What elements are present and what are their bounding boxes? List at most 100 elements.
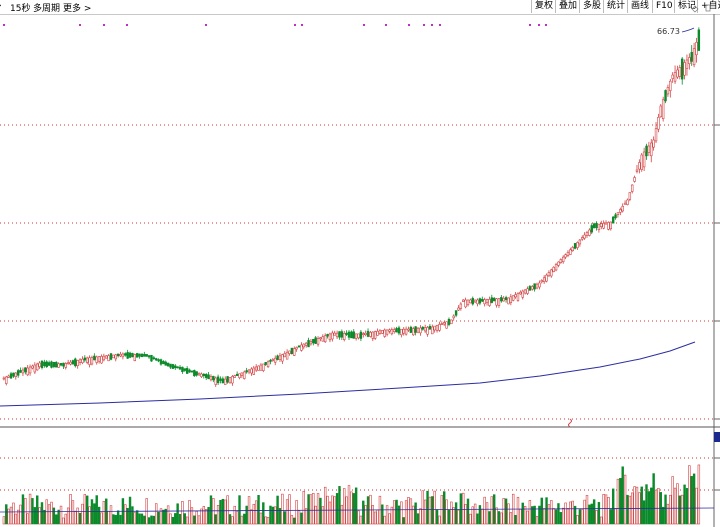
candle-body (50, 361, 53, 368)
candle-body (492, 297, 496, 302)
volume-bar (507, 503, 510, 525)
candle-body (266, 361, 270, 367)
candle-body (345, 332, 348, 335)
candle-body (52, 361, 56, 367)
candle-body (333, 332, 336, 336)
candle-body (381, 330, 384, 334)
volume-bar (197, 515, 201, 525)
candle-body (635, 169, 639, 172)
volume-bar (578, 509, 582, 525)
volume-bar (628, 495, 632, 525)
candle-body (442, 322, 446, 325)
candle-body (661, 99, 665, 120)
event-dot (385, 24, 387, 26)
volume-bar (673, 487, 677, 525)
ma-line (0, 341, 696, 407)
candle-body (647, 145, 651, 153)
volume-bar (112, 514, 115, 525)
candle-body (176, 366, 179, 369)
candle-body (259, 364, 263, 371)
candle-body (169, 363, 172, 368)
candle-body (495, 298, 498, 306)
volume-bar (312, 493, 315, 525)
candle-body (57, 363, 60, 368)
candle-body (409, 326, 413, 333)
volume-bar (78, 512, 82, 525)
volume-bar (283, 511, 286, 525)
candle-body (657, 117, 660, 130)
candle-body (673, 72, 677, 82)
candle-body (516, 293, 520, 301)
candle-body (300, 344, 303, 351)
candle-body (338, 331, 341, 338)
candle-body (16, 370, 20, 376)
candle-body (573, 243, 577, 249)
volume-bar (645, 484, 648, 525)
volume-bar (43, 509, 46, 525)
candle-body (464, 299, 467, 308)
volume-bar (216, 504, 220, 525)
volume-bar (395, 499, 398, 525)
candle-body (12, 372, 15, 377)
volume-bar (205, 509, 208, 525)
candle-body (162, 360, 165, 365)
candle-body (250, 368, 253, 374)
candle-body (121, 353, 125, 358)
candle-body (274, 357, 277, 363)
candle-body (47, 362, 51, 366)
volume-bar (24, 497, 27, 525)
volume-bars (0, 464, 715, 525)
event-dot (3, 24, 5, 26)
candle-body (312, 339, 315, 344)
candle-body (459, 303, 463, 309)
volume-bar (388, 513, 391, 525)
split-marker-icon (568, 418, 572, 428)
volume-bar (304, 508, 308, 525)
volume-bar (483, 496, 486, 525)
candle-body (671, 74, 674, 79)
candle-body (373, 331, 377, 339)
candle-body (623, 202, 627, 205)
candle-body (504, 297, 508, 301)
candle-body (452, 315, 455, 319)
candle-body (552, 266, 555, 272)
volume-bar (207, 507, 210, 525)
candle-body (278, 355, 282, 360)
volume-bar (616, 478, 620, 525)
volume-bar (135, 510, 139, 525)
volume-bar (183, 513, 186, 525)
candle-body (276, 355, 279, 360)
candle-body (90, 357, 94, 365)
candle-body (578, 239, 582, 245)
volume-bar (381, 504, 384, 525)
volume-bar (245, 505, 248, 525)
candle-body (109, 353, 113, 360)
candle-body (600, 223, 603, 227)
kline-chart[interactable] (0, 0, 720, 527)
candle-body (385, 329, 389, 335)
candle-body (450, 319, 453, 325)
volume-bar (50, 501, 53, 525)
candle-body (43, 361, 46, 367)
candle-body (74, 358, 77, 367)
candle-body (426, 327, 429, 335)
volume-bar (550, 500, 553, 525)
candle-body (5, 376, 8, 384)
volume-bar (86, 495, 89, 525)
candle-body (95, 356, 98, 363)
volume-bar (376, 509, 379, 525)
candle-body (195, 371, 198, 376)
volume-bar (352, 493, 355, 525)
candle-body (231, 376, 234, 384)
candle-body (485, 299, 489, 304)
volume-bar (264, 516, 267, 525)
candle-body (254, 366, 258, 371)
volume-bar (428, 496, 432, 525)
candle-body (185, 368, 189, 374)
candle-body (205, 374, 208, 378)
candle-body (302, 343, 305, 348)
volume-bar (138, 513, 141, 525)
candle-body (238, 373, 241, 379)
volume-bar (321, 506, 325, 525)
volume-bar (435, 509, 439, 525)
